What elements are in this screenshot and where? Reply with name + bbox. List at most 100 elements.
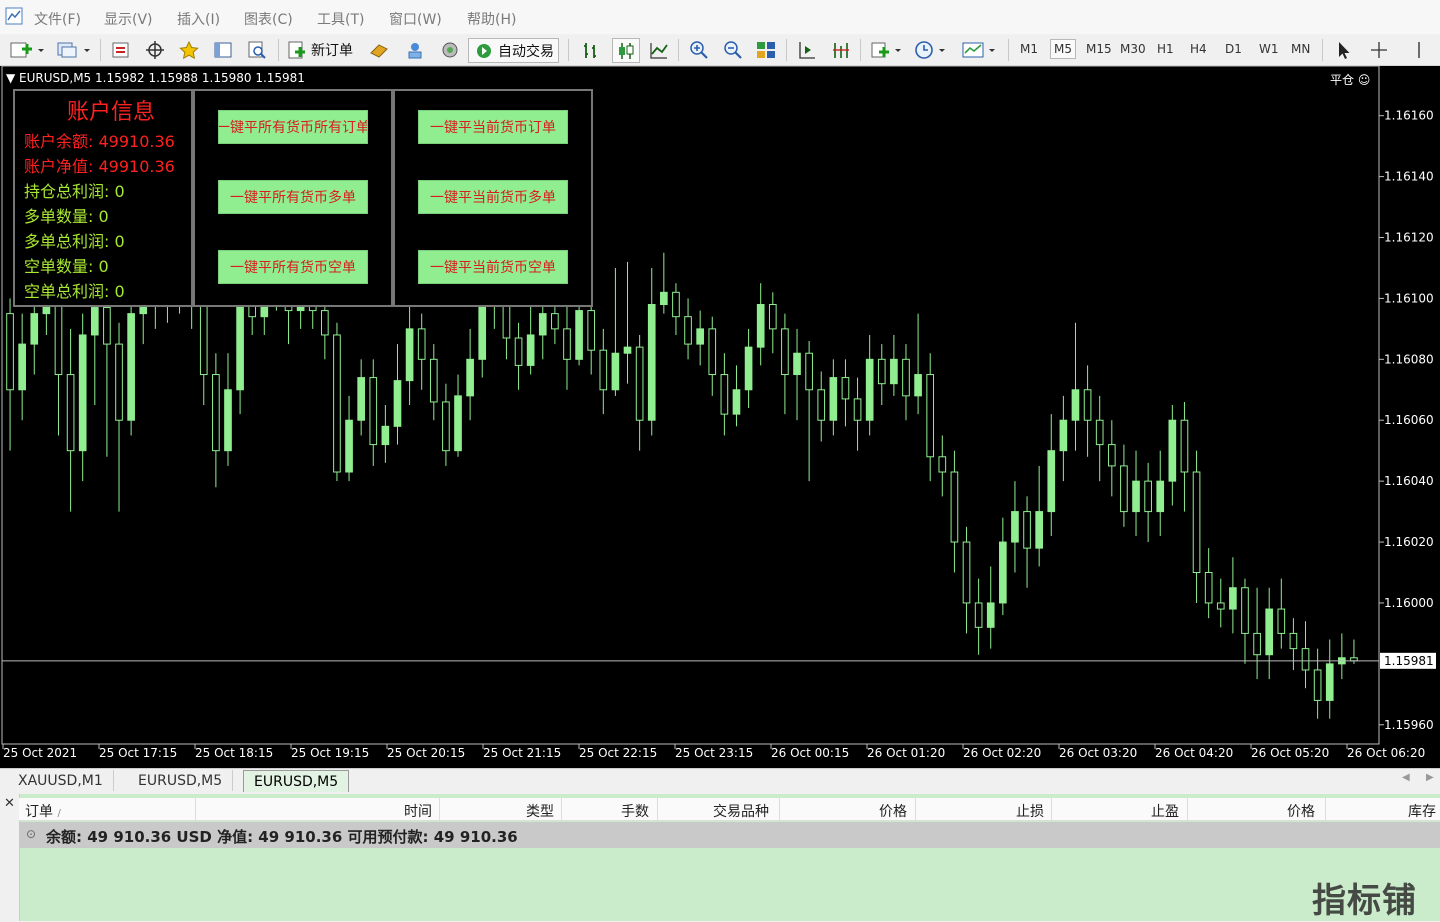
col-type[interactable]: 类型 — [526, 801, 554, 821]
candle-body — [744, 346, 753, 391]
new-order-button[interactable]: 新订单 — [286, 38, 353, 61]
menu-file[interactable]: 文件(F) — [34, 9, 81, 29]
menu-window[interactable]: 窗口(W) — [389, 9, 442, 29]
candle-body — [575, 310, 583, 360]
col-sl[interactable]: 止损 — [1016, 801, 1044, 821]
col-order[interactable]: 订单 / — [25, 801, 61, 821]
candle-body — [1325, 663, 1334, 701]
candle-body — [115, 343, 123, 421]
col-tp[interactable]: 止盈 — [1151, 801, 1179, 821]
timeframe-m30[interactable]: M30 — [1120, 42, 1146, 56]
col-volume[interactable]: 手数 — [621, 801, 649, 821]
close-current-sell-button[interactable]: 一键平当前货币空单 — [418, 250, 568, 284]
candle-body — [1132, 480, 1140, 513]
close-all-sell-button[interactable]: 一键平所有货币空单 — [218, 250, 368, 284]
bar-chart-button[interactable] — [578, 38, 604, 61]
tile-windows-button[interactable] — [753, 38, 779, 61]
zoom-in-button[interactable] — [686, 38, 712, 61]
candle-body — [684, 316, 692, 345]
candle-body — [357, 377, 365, 421]
close-current-sell-label: 一键平当前货币空单 — [430, 260, 556, 276]
candle-body — [417, 328, 426, 360]
periods-button[interactable] — [912, 38, 948, 61]
close-all-orders-button[interactable]: 一键平所有货币所有订单 — [218, 110, 368, 144]
menu-bar: 文件(F) 显示(V) 插入(I) 图表(C) 工具(T) 窗口(W) 帮助(H… — [0, 0, 1440, 35]
candle-body — [1059, 419, 1068, 452]
balance-summary: 余额: 49 910.36 USD 净值: 49 910.36 可用预付款: 4… — [46, 828, 518, 846]
y-tick-label: 1.15960 — [1384, 718, 1434, 732]
crosshair-tool-button[interactable] — [1366, 38, 1392, 61]
col-current-price[interactable]: 价格 — [1287, 801, 1315, 821]
timeframe-m5[interactable]: M5 — [1050, 39, 1076, 59]
navigator-button[interactable] — [210, 38, 236, 61]
candle-body — [599, 349, 608, 391]
timeframe-h4[interactable]: H4 — [1190, 42, 1207, 56]
timeframe-h1[interactable]: H1 — [1157, 42, 1174, 56]
terminal-close-icon[interactable]: ✕ — [4, 796, 15, 811]
tab-scroll-left-icon[interactable]: ◀ — [1402, 772, 1410, 783]
candle-body — [672, 291, 680, 318]
close-positions-label[interactable]: 平仓 ☺ — [1330, 71, 1370, 88]
terminal-side-strip: ✕ — [0, 794, 20, 921]
balance-row[interactable]: ⊙ 余额: 49 910.36 USD 净值: 49 910.36 可用预付款:… — [19, 822, 1440, 848]
candle-body — [103, 307, 111, 345]
cursor-button[interactable] — [1330, 38, 1356, 61]
menu-view[interactable]: 显示(V) — [104, 9, 153, 29]
tab-eurusd-m5-active[interactable]: EURUSD,M5 — [243, 770, 350, 792]
close-current-buy-button[interactable]: 一键平当前货币多单 — [418, 180, 568, 214]
candle-body — [18, 343, 26, 391]
close-all-buy-button[interactable]: 一键平所有货币多单 — [218, 180, 368, 214]
menu-help[interactable]: 帮助(H) — [467, 9, 516, 29]
candle-chart-button[interactable] — [612, 38, 640, 63]
zoom-out-button[interactable] — [720, 38, 746, 61]
candle-body — [865, 358, 874, 421]
timeframe-m1[interactable]: M1 — [1020, 42, 1038, 56]
candle-body — [1168, 419, 1177, 482]
gold-button[interactable] — [366, 38, 392, 61]
chart-area[interactable]: 1.16160 1.16140 1.16120 1.16100 1.16080 1.160… — [0, 66, 1440, 768]
signals-button[interactable] — [402, 38, 428, 61]
new-order-label: 新订单 — [311, 42, 353, 59]
timeframe-m15[interactable]: M15 — [1086, 42, 1112, 56]
tab-xauusd-m1[interactable]: XAUUSD,M1 — [8, 770, 114, 791]
timeframe-mn[interactable]: MN — [1291, 42, 1310, 56]
candle-body — [454, 395, 462, 452]
col-time[interactable]: 时间 — [404, 801, 432, 821]
menu-tools[interactable]: 工具(T) — [317, 9, 364, 29]
zoom-out-icon — [724, 40, 742, 59]
indicators-icon — [871, 42, 901, 57]
timeframe-d1[interactable]: D1 — [1225, 42, 1242, 56]
line-chart-button[interactable] — [646, 38, 672, 61]
market-watch-button[interactable] — [108, 38, 134, 61]
crosshair-button[interactable] — [142, 38, 168, 61]
tab-scroll-right-icon[interactable]: ▶ — [1426, 772, 1434, 783]
close-current-orders-button[interactable]: 一键平当前货币订单 — [418, 110, 568, 144]
auto-trade-button[interactable]: 自动交易 — [468, 38, 559, 63]
menu-charts[interactable]: 图表(C) — [244, 9, 293, 29]
market-button[interactable] — [437, 38, 463, 61]
tab-eurusd-m5[interactable]: EURUSD,M5 — [128, 770, 234, 791]
candlestick-icon — [619, 42, 634, 59]
col-price[interactable]: 价格 — [879, 801, 907, 821]
signals-icon — [408, 42, 422, 58]
templates-button[interactable] — [960, 38, 1000, 61]
candle-body — [1035, 511, 1043, 549]
menu-insert[interactable]: 插入(I) — [177, 9, 220, 29]
candle-body — [986, 602, 995, 628]
app-icon — [5, 7, 23, 25]
candle-body — [647, 304, 656, 421]
new-chart-button[interactable] — [8, 38, 46, 61]
col-swap[interactable]: 库存 — [1408, 801, 1436, 821]
star-icon — [179, 40, 199, 59]
profiles-button[interactable] — [54, 38, 94, 61]
x-tick-label: 25 Oct 18:15 — [195, 746, 273, 760]
autoscroll-button[interactable] — [828, 38, 854, 61]
vertical-line-button[interactable] — [1406, 38, 1432, 61]
col-symbol[interactable]: 交易品种 — [713, 801, 769, 821]
strategy-tester-button[interactable] — [244, 38, 270, 61]
indicators-button[interactable] — [868, 38, 904, 61]
favorites-button[interactable] — [176, 38, 202, 61]
chart-shift-button[interactable] — [794, 38, 820, 61]
timeframe-w1[interactable]: W1 — [1259, 42, 1279, 56]
current-price-label: 1.15981 — [1384, 654, 1434, 668]
